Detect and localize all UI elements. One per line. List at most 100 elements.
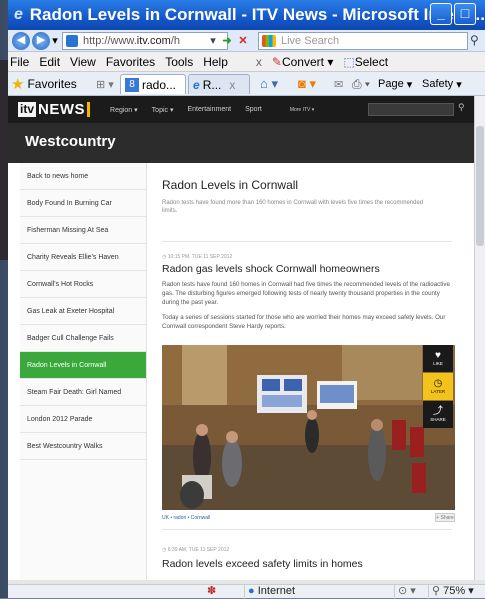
search-icon[interactable]: ⚲ xyxy=(470,33,484,49)
zoom-level: 75% xyxy=(443,585,466,597)
zoom-control[interactable]: ⚲ 75% ▾ xyxy=(428,585,485,599)
divider xyxy=(162,241,452,242)
story1-paragraph-2: Today a series of sessions started for t… xyxy=(162,314,446,330)
share-icon: ⤴ xyxy=(433,406,443,417)
nav-more-itv[interactable]: More ITV ▾ xyxy=(290,107,314,113)
history-dropdown-icon[interactable]: ▾ xyxy=(48,33,62,49)
story1-headline[interactable]: Radon gas levels shock Cornwall homeowne… xyxy=(162,263,380,275)
sidebar-item-badger-cull[interactable]: Badger Cull Challenge Fails xyxy=(20,325,146,352)
url-domain: itv.com xyxy=(136,35,171,47)
share-button[interactable]: + Share xyxy=(435,513,455,522)
tab-itv[interactable]: e R... x xyxy=(188,74,250,94)
page-summary: Radon tests have found more than 160 hom… xyxy=(162,200,424,214)
sidebar-item-hot-rocks[interactable]: Cornwall's Hot Rocks xyxy=(20,271,146,298)
page-title: Radon Levels in Cornwall xyxy=(162,178,299,192)
safety-menu[interactable]: Safety ▾ xyxy=(422,75,462,93)
select-icon: ⬚ xyxy=(343,54,355,69)
security-settings-icon[interactable]: ⊙ ▾ xyxy=(394,585,428,599)
heart-icon: ♥ xyxy=(435,350,441,361)
menu-file[interactable]: File xyxy=(10,55,29,69)
menu-edit[interactable]: Edit xyxy=(39,55,60,69)
page-menu[interactable]: Page ▾ xyxy=(378,75,412,93)
zone-label: Internet xyxy=(257,585,296,597)
logo-news: NEWS xyxy=(38,101,86,118)
status-bar: ✽ ● Internet ⊙ ▾ ⚲ 75% ▾ xyxy=(8,584,485,599)
itv-top-bar: itv NEWS Region ▾ Topic ▾ Entertainment … xyxy=(8,96,474,123)
share-rail-button[interactable]: ⤴ SHARE xyxy=(423,401,453,428)
search-input[interactable]: Live Search xyxy=(258,32,468,50)
menu-tools[interactable]: Tools xyxy=(165,55,193,69)
address-toolbar: ◀ ▶ ▾ http://www.itv.com/h ▾ ➜ ✕ Live Se… xyxy=(8,30,485,52)
menu-bar: File Edit View Favorites Tools Help x ✎C… xyxy=(8,52,485,72)
zone-indicator: ● Internet xyxy=(244,585,394,599)
sidebar-item-ellies-haven[interactable]: Charity Reveals Ellie's Haven xyxy=(20,244,146,271)
menu-favorites[interactable]: Favorites xyxy=(106,55,155,69)
video-still[interactable]: ♥ LIKE ◷ LATER ⤴ SHARE xyxy=(162,345,455,510)
story2-timestamp: ◷ 6:39 AM, TUE 11 SEP 2012 xyxy=(162,547,230,553)
tab-itv-label: R... xyxy=(202,77,222,92)
vertical-scrollbar[interactable] xyxy=(474,96,485,580)
title-bar[interactable]: e Radon Levels in Cornwall - ITV News - … xyxy=(8,0,485,30)
mail-icon[interactable]: ✉ xyxy=(334,75,343,93)
favorites-button[interactable]: ★ Favorites xyxy=(11,75,77,93)
tab-close-icon[interactable]: x xyxy=(229,78,235,92)
google-tab-icon: 8 xyxy=(125,77,139,92)
sidebar-item-body-found[interactable]: Body Found In Burning Car xyxy=(20,190,146,217)
address-dropdown-icon[interactable]: ▾ xyxy=(206,33,220,49)
print-icon[interactable]: ⎙ ▾ xyxy=(352,75,370,93)
search-placeholder: Live Search xyxy=(281,35,340,47)
nav-region[interactable]: Region ▾ xyxy=(110,106,138,114)
url-suffix: /h xyxy=(170,35,181,47)
scroll-thumb[interactable] xyxy=(476,126,484,246)
address-input[interactable]: http://www.itv.com/h xyxy=(62,32,228,50)
sidebar-item-london-parade[interactable]: London 2012 Parade xyxy=(20,406,146,433)
watch-later-button[interactable]: ◷ LATER xyxy=(423,373,453,400)
sidebar-item-walks[interactable]: Best Westcountry Walks xyxy=(20,433,146,460)
story1-timestamp: ◷ 10:15 PM, TUE 11 SEP 2012 xyxy=(162,254,233,260)
clock-icon: ◷ xyxy=(433,378,443,389)
itv-search-icon[interactable]: ⚲ xyxy=(458,102,465,113)
like-button[interactable]: ♥ LIKE xyxy=(423,345,453,372)
maximize-button[interactable]: □ xyxy=(454,3,476,25)
convert-button[interactable]: ✎Convert ▾ xyxy=(272,55,333,69)
back-button[interactable]: ◀ xyxy=(12,32,30,50)
zoom-icon: ⚲ xyxy=(432,585,441,597)
minimize-button[interactable]: _ xyxy=(430,3,452,25)
sidebar-item-steam-fair[interactable]: Steam Fair Death: Girl Named xyxy=(20,379,146,406)
window-title: Radon Levels in Cornwall - ITV News - Mi… xyxy=(29,5,485,24)
menu-view[interactable]: View xyxy=(70,55,96,69)
page-icon xyxy=(66,35,78,47)
quick-tabs-icon[interactable]: ⊞ ▾ xyxy=(96,75,114,93)
menu-help[interactable]: Help xyxy=(203,55,228,69)
toolbar-close-icon[interactable]: x xyxy=(256,55,262,69)
go-icon[interactable]: ➜ xyxy=(220,33,234,49)
safety-menu-label: Safety xyxy=(422,78,454,90)
itv-news-logo[interactable]: itv NEWS xyxy=(18,101,91,118)
region-title: Westcountry xyxy=(25,133,116,150)
page-viewport: itv NEWS Region ▾ Topic ▾ Entertainment … xyxy=(8,96,474,580)
tab-radon[interactable]: 8 rado... xyxy=(120,74,186,94)
logo-itv: itv xyxy=(18,102,37,117)
story2-headline[interactable]: Radon levels exceed safety limits in hom… xyxy=(162,558,363,570)
story-sidebar: Back to news home Body Found In Burning … xyxy=(20,163,147,580)
divider xyxy=(162,529,452,530)
share-rail-label: SHARE xyxy=(430,417,446,422)
page-menu-label: Page xyxy=(378,78,404,90)
select-button[interactable]: ⬚Select xyxy=(343,55,388,69)
nav-sport[interactable]: Sport xyxy=(245,106,262,113)
sidebar-item-fisherman[interactable]: Fisherman Missing At Sea xyxy=(20,217,146,244)
ie-logo-icon: e xyxy=(14,6,23,23)
stop-icon[interactable]: ✕ xyxy=(236,33,250,49)
home-icon[interactable]: ⌂ ▾ xyxy=(260,75,278,93)
nav-entertainment[interactable]: Entertainment xyxy=(187,106,231,113)
nav-topic[interactable]: Topic ▾ xyxy=(152,106,174,114)
feeds-icon[interactable]: ◙ ▾ xyxy=(298,75,316,93)
browser-window: e Radon Levels in Cornwall - ITV News - … xyxy=(8,0,485,599)
sidebar-item-radon[interactable]: Radon Levels in Cornwall xyxy=(20,352,146,379)
itv-search-input[interactable] xyxy=(368,103,454,116)
topic-tags[interactable]: UK • radon • Cornwall xyxy=(162,515,210,521)
sidebar-item-news-home[interactable]: Back to news home xyxy=(20,163,146,190)
sidebar-item-gas-leak[interactable]: Gas Leak at Exeter Hospital xyxy=(20,298,146,325)
globe-icon: ● xyxy=(248,585,255,597)
url-prefix: http://www. xyxy=(83,35,137,47)
